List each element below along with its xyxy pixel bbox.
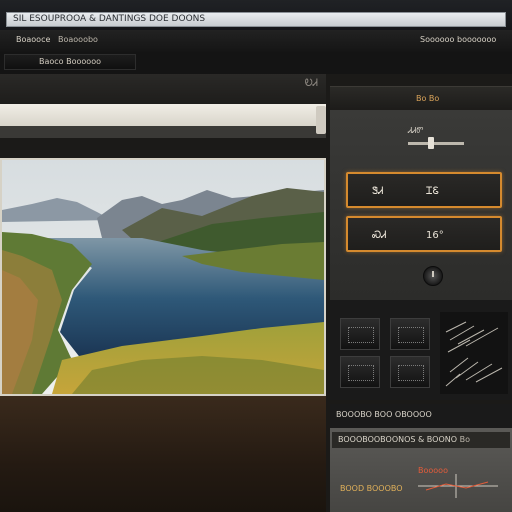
sketch-preview[interactable]	[440, 312, 508, 394]
toolbar-item-mid[interactable]: Boaooobo	[58, 35, 98, 44]
thumbnail-icon	[398, 327, 424, 343]
breadcrumb[interactable]: Baoco Boooooo	[4, 54, 136, 70]
info-title: BOOOBO BOO OBOOOO	[336, 410, 432, 419]
toolbar: Boaooce Boaooobo Soooooo booooooo	[0, 30, 512, 53]
info-bar-text: BOOOBOOBOONOS & BOONO	[338, 435, 458, 444]
field-b-right: 16°	[426, 230, 444, 241]
knob-indicator	[432, 271, 434, 277]
dial-knob-icon[interactable]	[423, 266, 443, 286]
value-field-a[interactable]: ᏕᏗ ᏆᏋ	[346, 172, 502, 208]
toolbar-item-right[interactable]: Soooooo booooooo	[420, 35, 496, 44]
field-a-left: ᏕᏗ	[372, 186, 384, 197]
info-title-bar: BOOOBO BOO OBOOOO	[330, 404, 512, 428]
field-b-left: ᏍᏗ	[372, 230, 387, 241]
mountain-lake-image[interactable]	[2, 160, 324, 394]
title-field[interactable]: SIL ESOUPROOA & DANTINGS DOE DOONS	[6, 12, 506, 27]
slider-label: ᏗᏗᏛ	[408, 126, 424, 135]
info-caption: BOOD BOOOBO	[340, 484, 403, 493]
toolbar-item-left[interactable]: Boaooce	[16, 35, 50, 44]
thumbnail-3[interactable]	[340, 356, 380, 388]
breadcrumb-label: Baoco Boooooo	[39, 57, 101, 66]
info-bar-right: Bo	[459, 435, 470, 444]
thumbnail-2[interactable]	[390, 318, 430, 350]
scroll-handle[interactable]	[316, 106, 326, 134]
thumbnail-4[interactable]	[390, 356, 430, 388]
left-header: ᎧᏗ	[0, 74, 326, 104]
window-title: SIL ESOUPROOA & DANTINGS DOE DOONS	[13, 14, 206, 24]
thumbnail-icon	[348, 327, 374, 343]
thumbnail-icon	[348, 365, 374, 381]
left-header-mark: ᎧᏗ	[304, 78, 318, 89]
right-panel-title: Bo Bo	[416, 94, 440, 103]
value-field-b[interactable]: ᏍᏗ 16°	[346, 216, 502, 252]
address-strip[interactable]	[0, 104, 326, 126]
info-bar: BOOOBOOBOONOS & BOONO Bo	[332, 432, 510, 448]
thumbnail-icon	[398, 365, 424, 381]
mini-graph	[418, 474, 498, 498]
thumbnail-1[interactable]	[340, 318, 380, 350]
left-lower-panel	[0, 396, 326, 512]
slider-track[interactable]	[408, 142, 464, 145]
image-frame	[0, 158, 326, 396]
right-panel-header: Bo Bo	[330, 86, 512, 111]
field-a-right: ᏆᏋ	[426, 186, 439, 197]
strip-shadow	[0, 126, 326, 138]
slider-icon[interactable]	[428, 137, 434, 149]
